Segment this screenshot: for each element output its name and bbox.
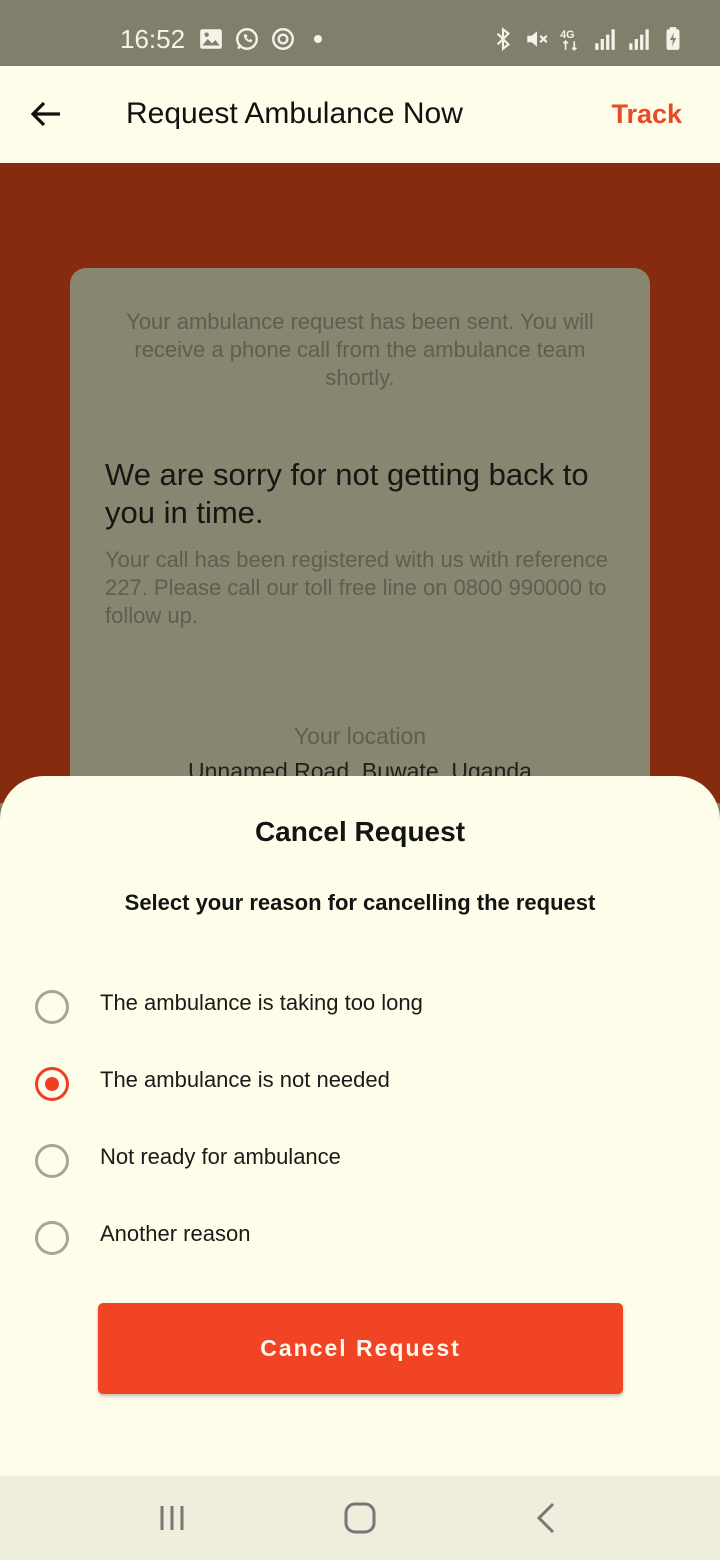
radio-button[interactable] (35, 1221, 69, 1255)
4g-icon: 4G (560, 29, 577, 51)
reason-option-another[interactable]: Another reason (0, 1207, 720, 1267)
reason-option-taking-too-long[interactable]: The ambulance is taking too long (0, 976, 720, 1036)
dot-icon (314, 35, 322, 43)
option-label: Not ready for ambulance (100, 1144, 341, 1169)
home-icon[interactable] (340, 1498, 380, 1538)
status-bar: 16:52 4G (0, 0, 720, 66)
option-label: Another reason (100, 1221, 251, 1246)
track-button[interactable]: Track (611, 99, 682, 130)
status-left-icons (198, 26, 322, 52)
recents-icon[interactable] (152, 1498, 192, 1538)
battery-charging-icon (666, 27, 680, 50)
signal-icon (595, 29, 615, 50)
cancel-request-sheet: Cancel Request Select your reason for ca… (0, 776, 720, 1476)
sheet-title: Cancel Request (254, 816, 466, 847)
whatsapp-icon (236, 28, 258, 50)
radio-button[interactable] (35, 990, 69, 1024)
page-title: Request Ambulance Now (126, 97, 463, 130)
reason-option-not-needed[interactable]: The ambulance is not needed (0, 1053, 720, 1113)
cancel-request-button[interactable]: Cancel Request (98, 1303, 623, 1394)
system-nav-bar (0, 1476, 720, 1560)
sync-icon (272, 28, 294, 50)
radio-button[interactable] (35, 1144, 69, 1178)
status-right-icons: 4G (490, 26, 686, 52)
back-icon[interactable] (527, 1498, 567, 1538)
request-info-card: Your ambulance request has been sent. Yo… (70, 268, 650, 828)
bluetooth-icon (496, 26, 511, 52)
sheet-subtitle: Select your reason for cancelling the re… (124, 890, 596, 915)
signal-icon (629, 29, 649, 50)
status-time: 16:52 (120, 24, 186, 54)
reason-option-not-ready[interactable]: Not ready for ambulance (0, 1130, 720, 1190)
app-bar: Request Ambulance Now Track (0, 66, 720, 163)
radio-button-selected[interactable] (35, 1067, 69, 1101)
request-sent-message: Your ambulance request has been sent. Yo… (126, 309, 594, 390)
option-label: The ambulance is taking too long (100, 990, 423, 1015)
location-label: Your location (293, 723, 427, 749)
option-label: The ambulance is not needed (100, 1067, 390, 1092)
mute-icon (527, 31, 548, 47)
svg-text:4G: 4G (560, 29, 574, 41)
gallery-icon (200, 29, 222, 49)
reference-message: Your call has been registered with us wi… (105, 547, 609, 628)
apology-heading: We are sorry for not getting back to you… (105, 457, 589, 530)
back-arrow-icon[interactable] (26, 94, 66, 134)
